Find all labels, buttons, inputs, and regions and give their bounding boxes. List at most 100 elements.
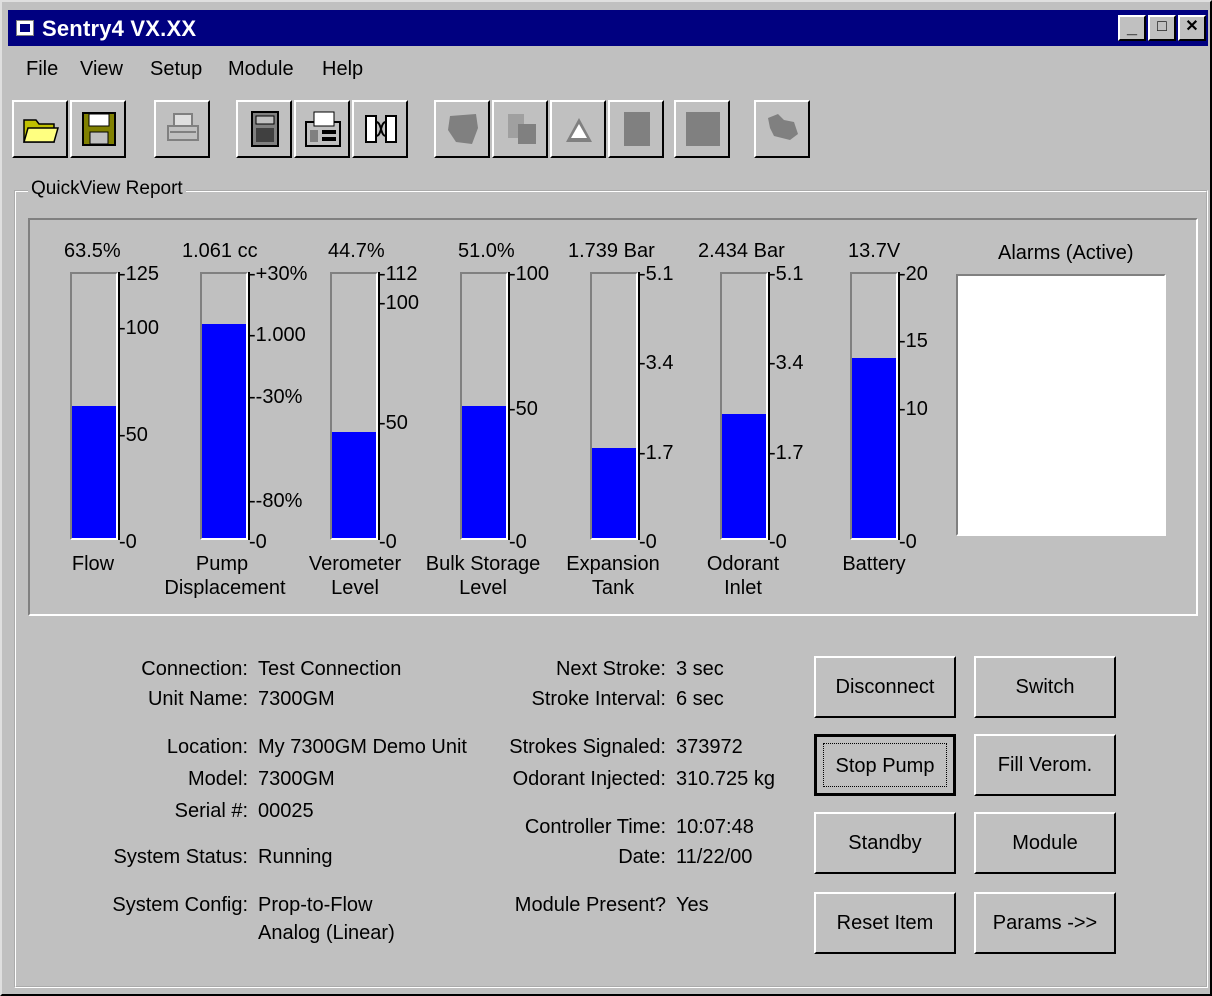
fax-icon	[305, 111, 341, 147]
pump-tick: --80%	[249, 490, 303, 512]
menu-help[interactable]: Help	[322, 58, 363, 81]
next-stroke-label: Next Stroke:	[555, 658, 666, 680]
module-button-main[interactable]: Module	[974, 812, 1116, 874]
menu-view[interactable]: View	[80, 58, 123, 81]
battery-label: Battery	[834, 552, 914, 576]
bulk-label-line2: Level	[459, 577, 507, 599]
model-value: 7300GM	[258, 768, 335, 790]
pump-tick: -+30%	[249, 263, 308, 285]
verometer-label-line1: Verometer	[308, 553, 402, 575]
expansion-tick: -3.4	[639, 352, 674, 374]
bulk-bar	[460, 272, 508, 540]
maximize-button[interactable]: □	[1148, 15, 1176, 41]
system-status-label: System Status:	[113, 846, 249, 868]
system-config-label: System Config:	[112, 894, 248, 916]
bulk-label: Bulk Storage Level	[416, 552, 550, 600]
bulk-tick: -0	[509, 531, 527, 553]
save-button[interactable]	[70, 100, 126, 158]
system-config-value-2: Analog (Linear)	[258, 922, 395, 944]
odorant-injected-label: Odorant Injected:	[512, 768, 666, 790]
panel-icon	[624, 112, 650, 146]
expansion-bar	[590, 272, 638, 540]
reset-item-button[interactable]: Reset Item	[814, 892, 956, 954]
odorant-label-line1: Odorant	[706, 553, 780, 575]
dog-button[interactable]	[754, 100, 810, 158]
flow-bar-fill	[72, 406, 116, 538]
flow-tick: -100	[119, 317, 160, 339]
verometer-label: Verometer Level	[302, 552, 408, 600]
expansion-value: 1.739 Bar	[568, 240, 655, 262]
module-button[interactable]	[236, 100, 292, 158]
map-button[interactable]	[434, 100, 490, 158]
flow-tick: -125	[119, 263, 160, 285]
alarms-list[interactable]	[956, 274, 1166, 536]
expansion-tick: -1.7	[639, 442, 674, 464]
battery-bar-fill	[852, 358, 896, 538]
module-icon	[251, 111, 279, 147]
pump-tick: -1.000	[249, 324, 306, 346]
pump-tick: --30%	[249, 386, 303, 408]
minimize-button[interactable]: _	[1118, 15, 1146, 41]
odorant-bar	[720, 272, 768, 540]
flow-label-line1: Flow	[71, 553, 115, 575]
odorant-tick: -1.7	[769, 442, 804, 464]
strokes-signaled-value: 373972	[676, 736, 743, 758]
switch-button[interactable]: Switch	[974, 656, 1116, 718]
odorant-tick: -0	[769, 531, 787, 553]
connect-icon	[365, 115, 397, 143]
quickview-group-label: QuickView Report	[28, 178, 186, 200]
battery-tick: -20	[899, 263, 928, 285]
odorant-label-line2: Inlet	[724, 577, 762, 599]
date-label: Date:	[618, 846, 666, 868]
menu-setup[interactable]: Setup	[150, 58, 202, 81]
pump-value: 1.061 cc	[182, 240, 258, 262]
location-value: My 7300GM Demo Unit	[258, 736, 467, 758]
bulk-bar-fill	[462, 406, 506, 538]
fax-button[interactable]	[294, 100, 350, 158]
stroke-interval-value: 6 sec	[676, 688, 724, 710]
odorant-tick: -5.1	[769, 263, 804, 285]
alarm-button[interactable]	[550, 100, 606, 158]
close-button[interactable]: ✕	[1178, 15, 1206, 41]
title-bar[interactable]: Sentry4 VX.XX _ □ ✕	[8, 10, 1208, 46]
verometer-tick: -112	[379, 263, 418, 285]
main-window: Sentry4 VX.XX _ □ ✕ File View Setup Modu…	[0, 0, 1212, 996]
verometer-tick: -0	[379, 531, 397, 553]
panel2-button[interactable]	[674, 100, 730, 158]
flow-tick: -0	[119, 531, 137, 553]
fill-verometer-button[interactable]: Fill Verom.	[974, 734, 1116, 796]
odorant-bar-fill	[722, 413, 766, 538]
panel-button[interactable]	[608, 100, 664, 158]
controller-time-value: 10:07:48	[676, 816, 754, 838]
print-button[interactable]	[154, 100, 210, 158]
model-label: Model:	[187, 768, 248, 790]
expansion-scale	[638, 272, 640, 540]
alarm-icon	[566, 118, 592, 142]
verometer-bar-fill	[332, 432, 376, 538]
menu-module[interactable]: Module	[228, 58, 294, 81]
flow-scale	[118, 272, 120, 540]
standby-button[interactable]: Standby	[814, 812, 956, 874]
location-label: Location:	[166, 736, 248, 758]
battery-tick: -10	[899, 398, 928, 420]
params-button[interactable]: Params ->>	[974, 892, 1116, 954]
pump-label-line2: Displacement	[164, 577, 286, 599]
system-config-value: Prop-to-Flow	[258, 894, 373, 916]
odorant-value: 2.434 Bar	[698, 240, 785, 262]
save-icon	[82, 112, 116, 146]
expansion-tick: -0	[639, 531, 657, 553]
battery-value: 13.7V	[848, 240, 901, 262]
flow-label: Flow	[58, 552, 128, 576]
connect-button[interactable]	[352, 100, 408, 158]
menu-file[interactable]: File	[26, 58, 58, 81]
dog-icon	[768, 114, 798, 140]
map-icon	[448, 114, 478, 144]
stop-pump-button[interactable]: Stop Pump	[814, 734, 956, 796]
database-button[interactable]	[492, 100, 548, 158]
open-button[interactable]	[12, 100, 68, 158]
unit-name-value: 7300GM	[258, 688, 335, 710]
disconnect-button[interactable]: Disconnect	[814, 656, 956, 718]
expansion-label-line1: Expansion	[566, 553, 660, 575]
unit-name-label: Unit Name:	[147, 688, 248, 710]
battery-tick: -15	[899, 330, 928, 352]
